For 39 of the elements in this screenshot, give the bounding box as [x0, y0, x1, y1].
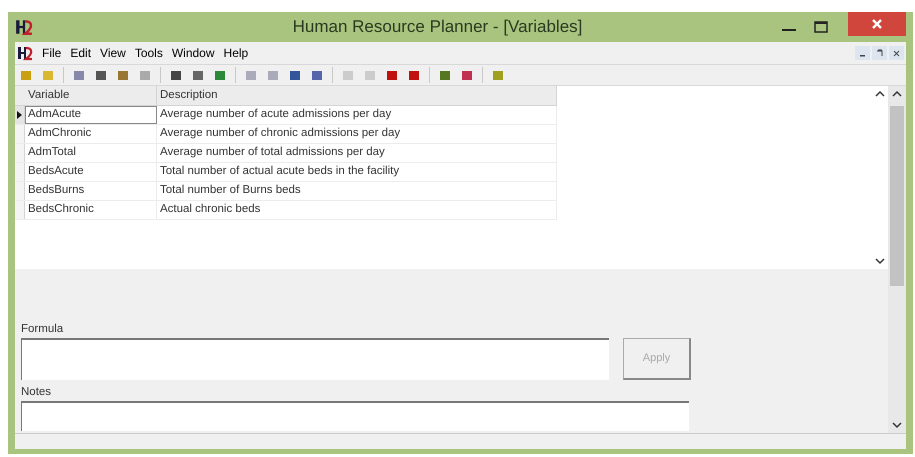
notes-field[interactable]	[21, 401, 689, 431]
window-title: Human Resource Planner - [Variables]	[292, 16, 582, 38]
notes-label: Notes	[21, 384, 52, 400]
column-header[interactable]: Variable	[25, 86, 157, 105]
table-cell[interactable]: AdmChronic	[25, 125, 157, 143]
table-cell[interactable]: AdmAcute	[25, 106, 157, 124]
scroll-down-icon[interactable]	[875, 257, 885, 265]
table-cell[interactable]: BedsBurns	[25, 182, 157, 200]
close-button[interactable]	[848, 12, 906, 36]
menu-item[interactable]: Window	[172, 44, 215, 62]
mdi-close-icon[interactable]	[889, 46, 904, 60]
menu-item[interactable]: Edit	[70, 44, 92, 62]
app-logo-icon	[17, 45, 33, 61]
menu-item[interactable]: Tools	[134, 44, 163, 62]
table-cell[interactable]: BedsAcute	[25, 163, 157, 181]
mdi-restore-icon[interactable]	[872, 46, 887, 60]
column-header[interactable]: Description	[157, 86, 557, 105]
table-cell[interactable]: Actual chronic beds	[157, 201, 557, 219]
menu-item[interactable]: View	[100, 44, 126, 62]
table-cell[interactable]: Average number of chronic admissions per day	[157, 125, 557, 143]
table-cell[interactable]: AdmTotal	[25, 144, 157, 162]
scroll-thumb[interactable]	[890, 106, 904, 286]
row-pointer-icon	[17, 111, 22, 119]
row-selector[interactable]	[15, 106, 25, 124]
maximize-icon[interactable]	[814, 21, 828, 33]
scrollbar[interactable]	[888, 86, 906, 433]
formula-field[interactable]	[21, 338, 609, 380]
scroll-down-icon[interactable]	[892, 421, 902, 429]
close-icon	[871, 18, 883, 30]
menu-item[interactable]: Help	[224, 44, 248, 62]
table-cell[interactable]: Total number of actual acute beds in the facility	[157, 163, 557, 181]
table-cell[interactable]: BedsChronic	[25, 201, 157, 219]
table-cell[interactable]: Average number of total admissions per day	[157, 144, 557, 162]
table-cell[interactable]: Average number of acute admissions per day	[157, 106, 557, 124]
mdi-minimize-icon[interactable]	[855, 46, 870, 60]
menu-item[interactable]: File	[42, 44, 62, 62]
formula-label: Formula	[21, 322, 64, 336]
table-cell[interactable]: Total number of Burns beds	[157, 182, 557, 200]
app-logo-icon	[15, 18, 33, 36]
